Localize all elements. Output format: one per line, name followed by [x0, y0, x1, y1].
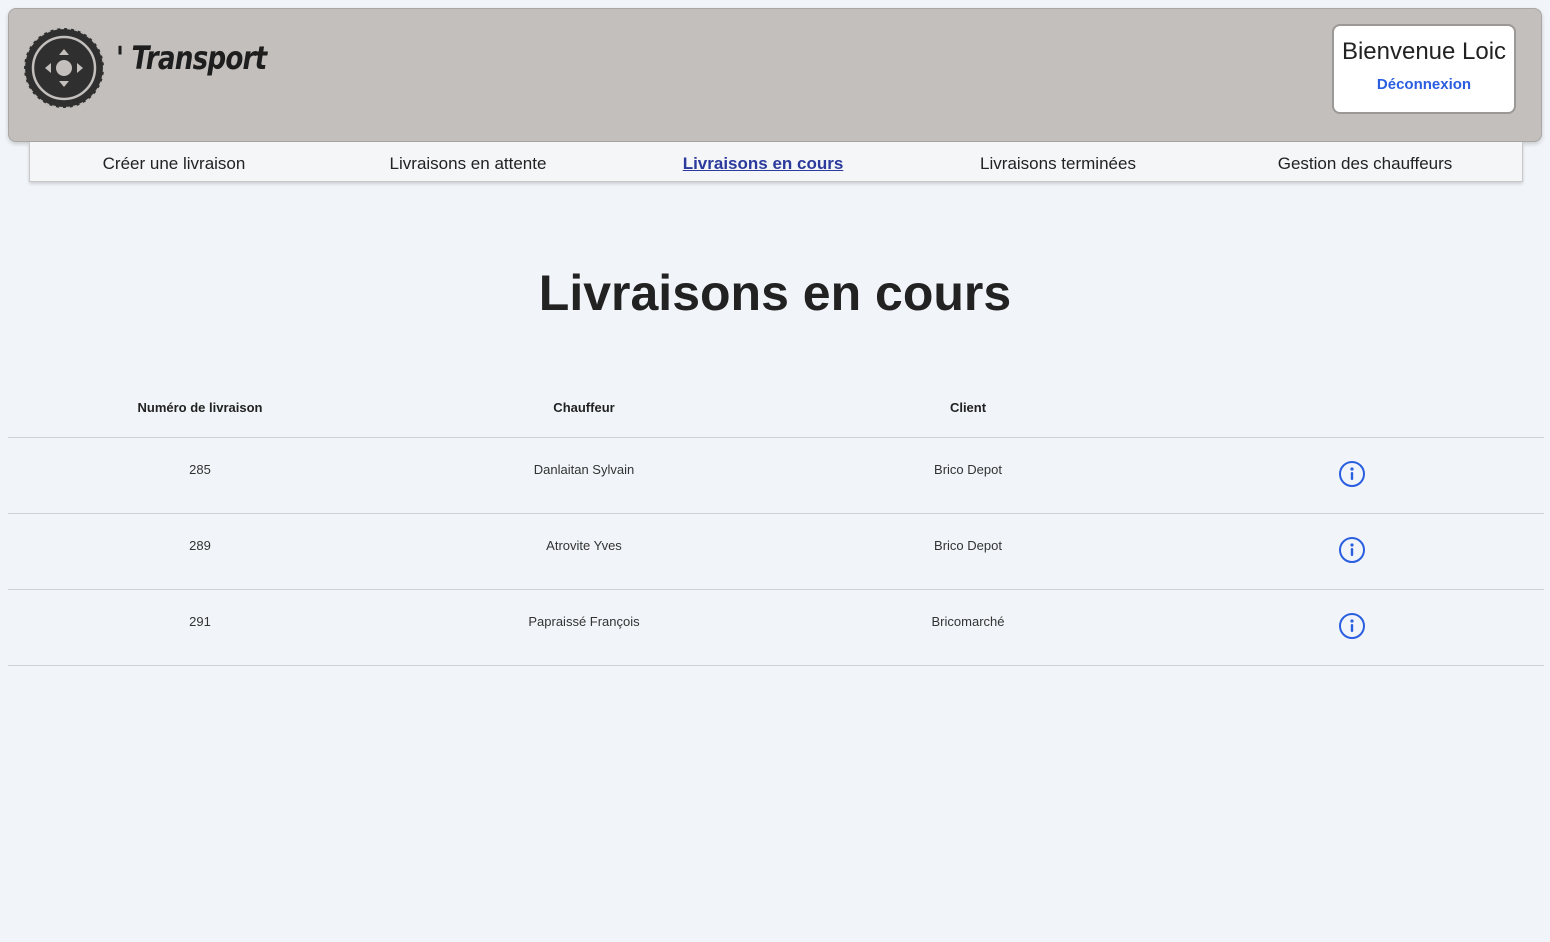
cell-client: Brico Depot	[934, 462, 1002, 477]
cell-driver: Danlaitan Sylvain	[533, 462, 635, 477]
main-nav: Créer une livraison Livraisons en attent…	[29, 142, 1523, 182]
user-panel: Bienvenue Loic Déconnexion	[1332, 24, 1516, 114]
nav-pending-deliveries[interactable]: Livraisons en attente	[390, 154, 547, 174]
cell-client: Brico Depot	[934, 538, 1002, 553]
nav-create-delivery[interactable]: Créer une livraison	[103, 154, 246, 174]
cell-driver: Papraissé François	[528, 614, 640, 629]
info-icon[interactable]	[1338, 536, 1366, 564]
cell-client: Bricomarché	[931, 614, 1005, 629]
cell-number: 289	[189, 538, 211, 553]
brand-name: ' Transport	[116, 39, 267, 77]
page-title: Livraisons en cours	[538, 265, 1012, 321]
column-header-number: Numéro de livraison	[137, 400, 263, 415]
deliveries-table: Numéro de livraison Chauffeur Client 285…	[8, 380, 1544, 666]
cell-number: 285	[189, 462, 211, 477]
logout-link[interactable]: Déconnexion	[1377, 76, 1471, 93]
welcome-text: Bienvenue Loic	[1341, 38, 1507, 65]
app-header: ' Transport Bienvenue Loic Déconnexion	[8, 8, 1542, 142]
nav-completed-deliveries[interactable]: Livraisons terminées	[980, 154, 1136, 174]
column-header-client: Client	[949, 400, 987, 415]
tire-wheel-icon	[23, 27, 105, 109]
info-icon[interactable]	[1338, 612, 1366, 640]
table-header: Numéro de livraison Chauffeur Client	[8, 380, 1544, 438]
info-icon[interactable]	[1338, 460, 1366, 488]
cell-number: 291	[189, 614, 211, 629]
table-row: 285 Danlaitan Sylvain Brico Depot	[8, 438, 1544, 514]
nav-driver-management[interactable]: Gestion des chauffeurs	[1278, 154, 1453, 174]
column-header-driver: Chauffeur	[553, 400, 615, 415]
nav-ongoing-deliveries[interactable]: Livraisons en cours	[683, 154, 844, 174]
cell-driver: Atrovite Yves	[546, 538, 622, 553]
table-row: 289 Atrovite Yves Brico Depot	[8, 514, 1544, 590]
table-row: 291 Papraissé François Bricomarché	[8, 590, 1544, 666]
